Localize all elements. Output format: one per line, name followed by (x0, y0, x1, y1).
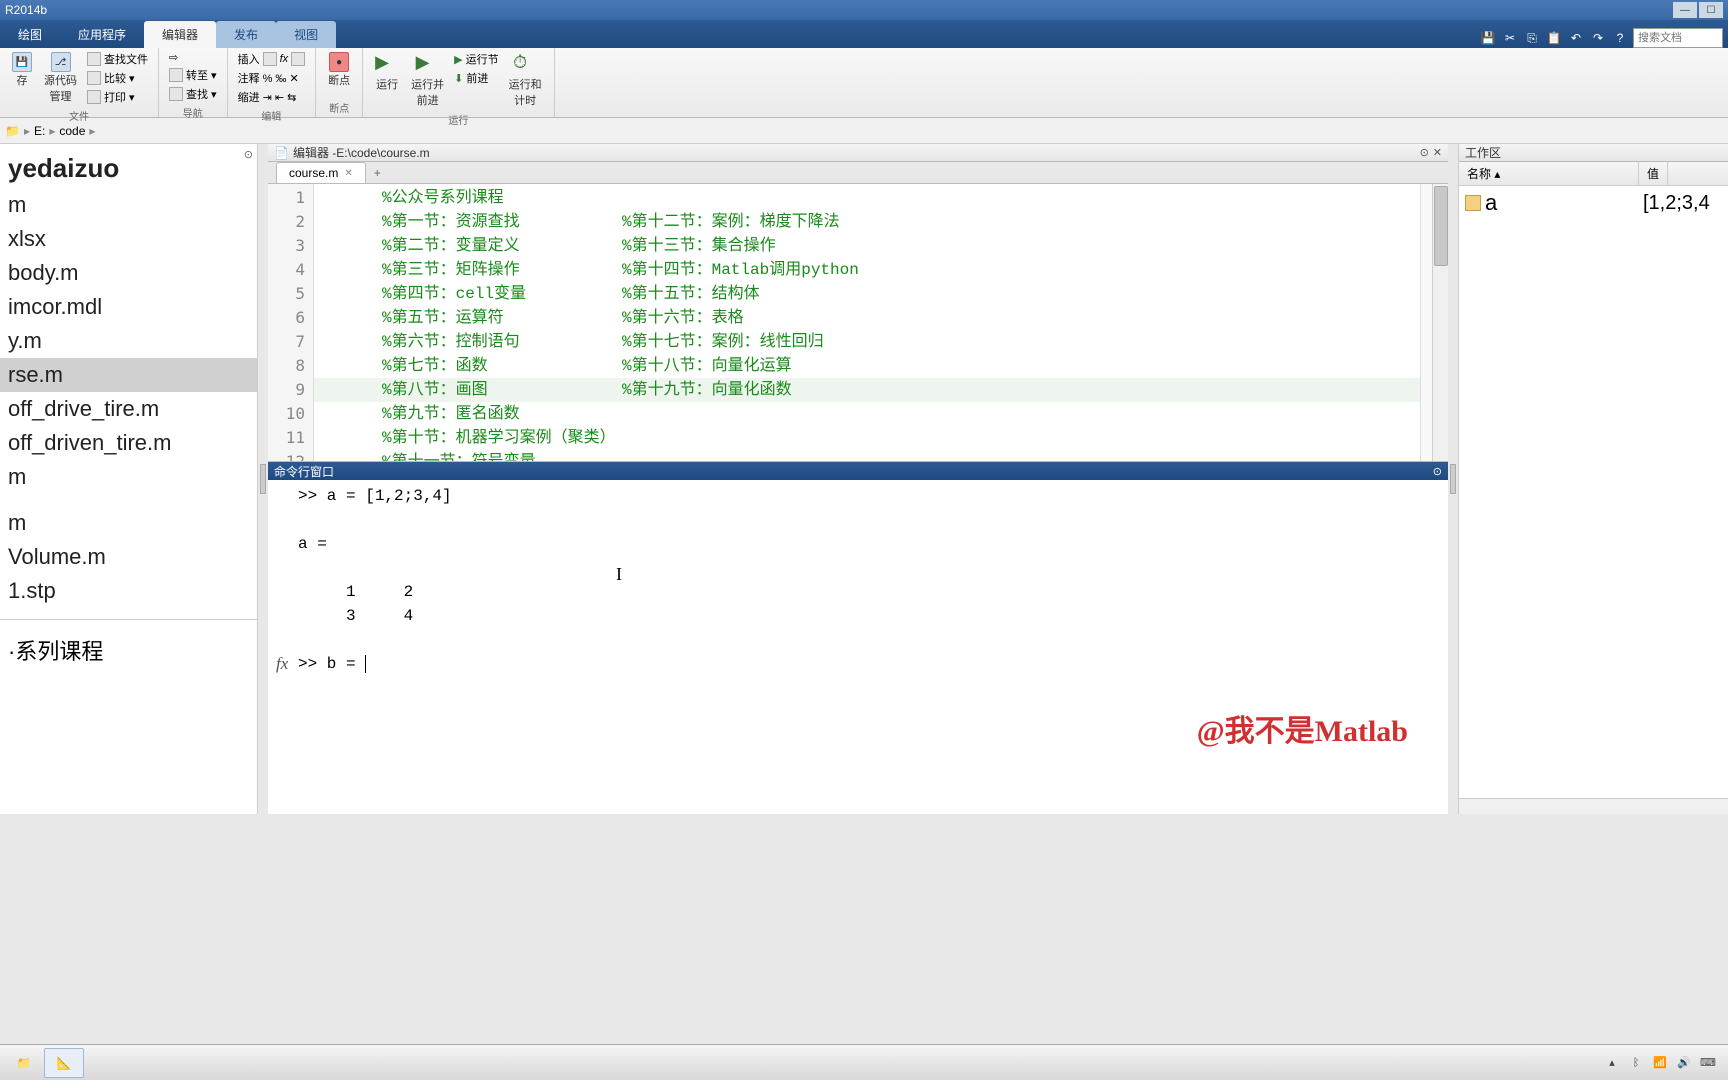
editor-tabs: course.m ✕ + (268, 162, 1448, 184)
taskbar: 📁 📐 ▴ ᛒ 📶 🔊 ⌨ (0, 1044, 1728, 1080)
line-gutter: 123456789101112 (268, 184, 314, 461)
file-item[interactable]: m (0, 460, 257, 494)
workspace-title: 工作区 (1459, 144, 1728, 162)
advance-button[interactable]: ⬇前进 (452, 69, 500, 87)
insert-button[interactable]: 插入 fx (236, 50, 308, 68)
current-folder-panel: ⊙ yedaizuo m xlsx body.m imcor.mdl y.m r… (0, 144, 258, 814)
compare-button[interactable]: 比较 ▾ (85, 69, 150, 87)
file-item[interactable]: m (0, 188, 257, 222)
group-label-run: 运行 (371, 110, 545, 127)
file-item[interactable]: 1.stp (0, 574, 257, 608)
find-files-button[interactable]: 查找文件 (85, 50, 150, 68)
titlebar: R2014b — ☐ (0, 0, 1728, 20)
ime-icon[interactable]: ⌨ (1700, 1055, 1716, 1071)
maximize-button[interactable]: ☐ (1699, 2, 1723, 18)
find-button[interactable]: 查找 ▾ (167, 85, 219, 103)
file-item[interactable]: body.m (0, 256, 257, 290)
command-window-title: 命令行窗口 ⊙ (268, 462, 1448, 480)
workspace-scrollbar[interactable] (1459, 798, 1728, 814)
tray-up-icon[interactable]: ▴ (1604, 1055, 1620, 1071)
tab-view[interactable]: 视图 (276, 21, 336, 48)
volume-icon[interactable]: 🔊 (1676, 1055, 1692, 1071)
code-editor[interactable]: 123456789101112 %公众号系列课程%第一节：资源查找%第十二节：案… (268, 184, 1448, 462)
tab-plot[interactable]: 绘图 (0, 21, 60, 48)
wifi-icon[interactable]: 📶 (1652, 1055, 1668, 1071)
file-list: yedaizuo m xlsx body.m imcor.mdl y.m rse… (0, 144, 257, 613)
addr-part[interactable]: E: (34, 124, 45, 138)
var-icon (1465, 195, 1481, 211)
group-label-bp: 断点 (324, 98, 354, 115)
main-area: ⊙ yedaizuo m xlsx body.m imcor.mdl y.m r… (0, 144, 1728, 814)
indent-button[interactable]: 缩进 ⇥ ⇤ ⇆ (236, 88, 308, 106)
file-tab[interactable]: course.m ✕ (276, 162, 366, 183)
minimize-button[interactable]: — (1673, 2, 1697, 18)
search-input[interactable] (1633, 28, 1723, 48)
vertical-splitter[interactable] (258, 144, 268, 814)
editor-scrollbar[interactable] (1432, 184, 1448, 461)
file-item[interactable]: y.m (0, 324, 257, 358)
breakpoints-button[interactable]: ●断点 (324, 50, 354, 98)
file-item[interactable]: xlsx (0, 222, 257, 256)
minimize-panel-icon[interactable]: ⊙ (244, 148, 253, 161)
goto-button[interactable]: 转至 ▾ (167, 66, 219, 84)
paste-icon[interactable]: 📋 (1545, 29, 1563, 47)
file-item[interactable]: Volume.m (0, 540, 257, 574)
run-section-button[interactable]: ▶运行节 (452, 50, 500, 68)
text-cursor-icon: I (616, 562, 622, 586)
cut-icon[interactable]: ✂ (1501, 29, 1519, 47)
group-label-file: 文件 (8, 106, 150, 123)
editor-title: 📄 编辑器 - E:\code\course.m ⊙ ✕ (268, 144, 1448, 162)
detail-text: ·系列课程 (0, 626, 257, 674)
save-icon[interactable]: 💾 (1479, 29, 1497, 47)
workspace-header: 名称 ▴ 值 (1459, 162, 1728, 186)
add-tab-button[interactable]: + (366, 163, 389, 183)
folder-icon: 📁 (5, 124, 20, 138)
group-label-nav: 导航 (167, 103, 219, 120)
doc-icon: 📄 (274, 146, 289, 160)
toolstrip: 💾存 ⎇源代码 管理 查找文件 比较 ▾ 打印 ▾ 文件 ⇨ 转至 ▾ 查找 ▾… (0, 48, 1728, 118)
help-icon[interactable]: ? (1611, 29, 1629, 47)
file-item[interactable]: imcor.mdl (0, 290, 257, 324)
close-tab-icon[interactable]: ✕ (344, 168, 352, 179)
redo-icon[interactable]: ↷ (1589, 29, 1607, 47)
tab-editor[interactable]: 编辑器 (144, 21, 216, 48)
dropdown-icon[interactable]: ⊙ (1420, 146, 1429, 159)
vertical-splitter[interactable] (1448, 144, 1458, 814)
addr-part[interactable]: code (59, 124, 85, 138)
source-control-button[interactable]: ⎇源代码 管理 (40, 50, 81, 106)
tab-publish[interactable]: 发布 (216, 21, 276, 48)
comment-button[interactable]: 注释 % ‰ ✕ (236, 69, 308, 87)
taskbar-explorer-button[interactable]: 📁 (4, 1048, 44, 1078)
bluetooth-icon[interactable]: ᛒ (1628, 1055, 1644, 1071)
tab-apps[interactable]: 应用程序 (60, 21, 144, 48)
command-window[interactable]: fx >> a = [1,2;3,4] a = 1 2 3 4 >> b = I… (268, 480, 1448, 814)
save-button[interactable]: 💾存 (8, 50, 36, 106)
cmd-dropdown-icon[interactable]: ⊙ (1433, 465, 1442, 478)
workspace-var-row[interactable]: a [1,2;3,4 (1459, 186, 1728, 220)
file-item[interactable]: rse.m (0, 358, 257, 392)
workspace-panel: 工作区 名称 ▴ 值 a [1,2;3,4 (1458, 144, 1728, 814)
file-item[interactable]: m (0, 506, 257, 540)
fx-icon[interactable]: fx (276, 484, 298, 810)
file-item[interactable]: off_drive_tire.m (0, 392, 257, 426)
goto-arrow-button[interactable]: ⇨ (167, 50, 219, 65)
col-value[interactable]: 值 (1639, 162, 1668, 185)
taskbar-matlab-button[interactable]: 📐 (44, 1048, 84, 1078)
ribbon-tabs: 绘图 应用程序 编辑器 发布 视图 💾 ✂ ⎘ 📋 ↶ ↷ ? (0, 20, 1728, 48)
run-button[interactable]: ▶运行 (371, 50, 403, 110)
print-button[interactable]: 打印 ▾ (85, 88, 150, 106)
run-advance-button[interactable]: ▶运行并 前进 (407, 50, 448, 110)
run-time-button[interactable]: ⏱运行和 计时 (505, 50, 546, 110)
copy-icon[interactable]: ⎘ (1523, 29, 1541, 47)
file-item[interactable]: yedaizuo (0, 149, 257, 188)
system-tray: ▴ ᛒ 📶 🔊 ⌨ (1604, 1055, 1724, 1071)
close-editor-icon[interactable]: ✕ (1433, 146, 1442, 159)
col-name[interactable]: 名称 ▴ (1459, 162, 1639, 185)
undo-icon[interactable]: ↶ (1567, 29, 1585, 47)
code-marker-bar (1420, 184, 1432, 461)
app-title: R2014b (5, 3, 47, 17)
group-label-edit: 编辑 (236, 106, 308, 123)
file-item[interactable]: off_driven_tire.m (0, 426, 257, 460)
